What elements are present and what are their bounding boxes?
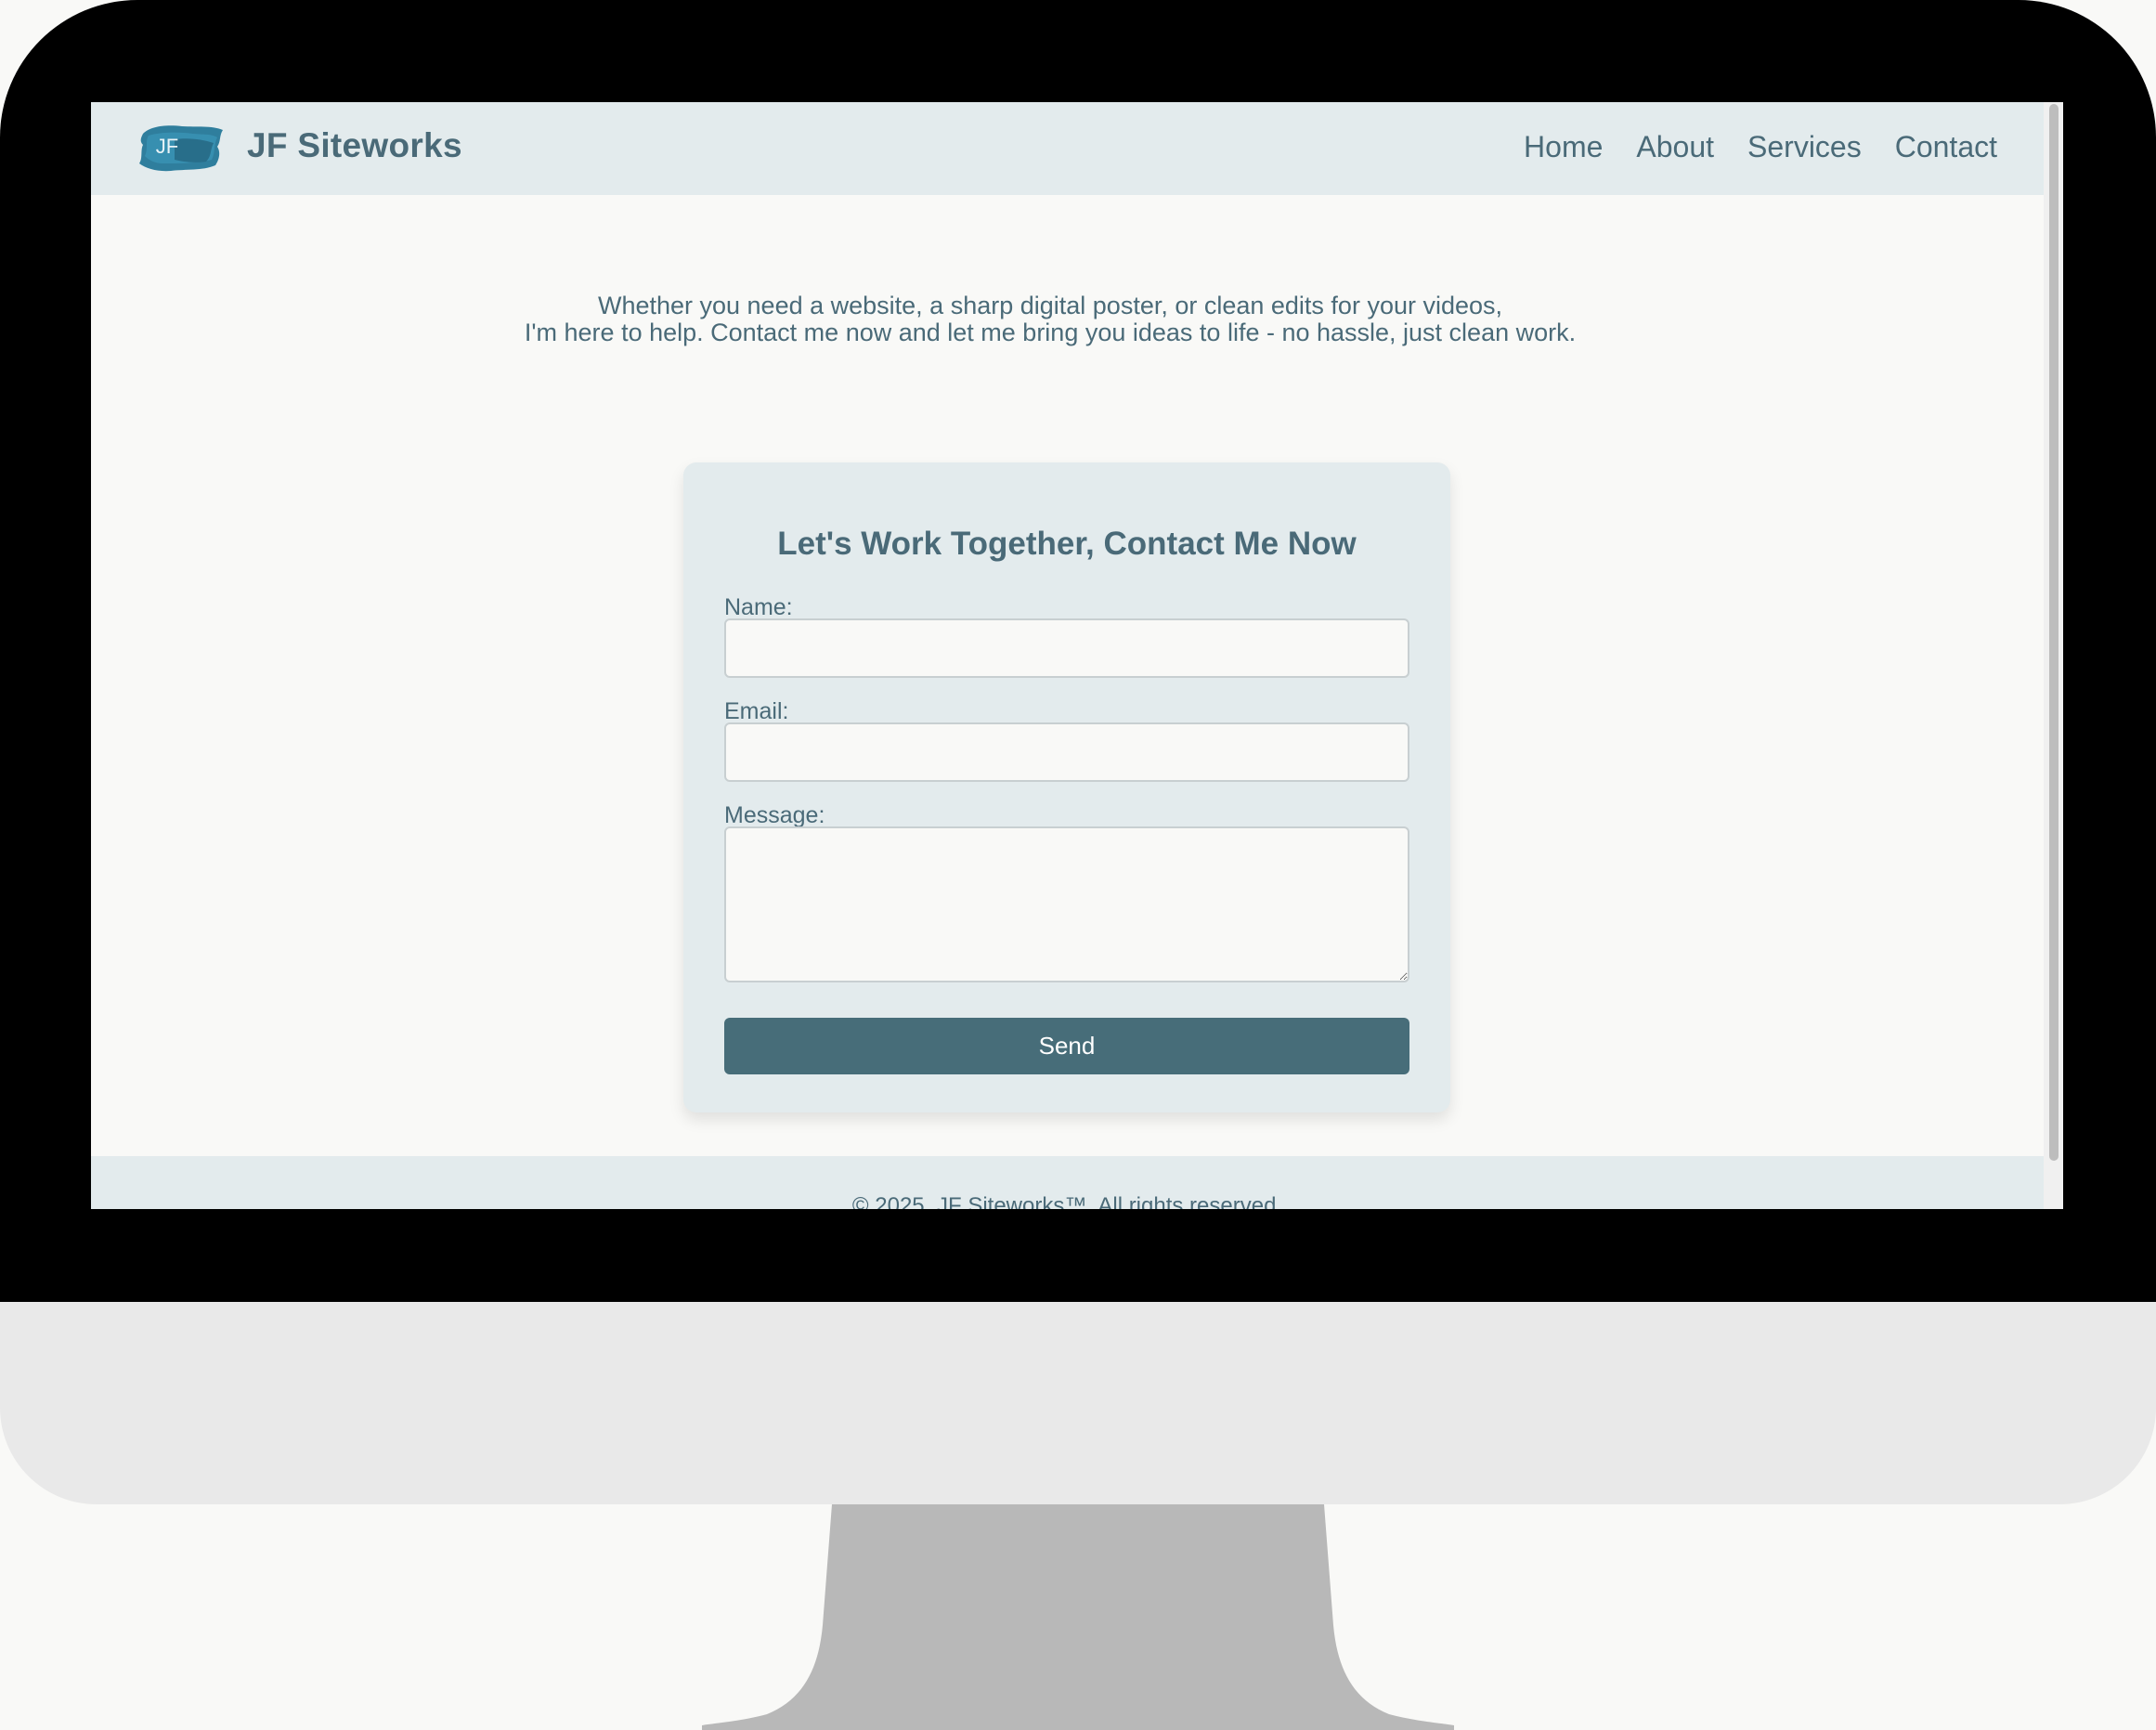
contact-page: JF JF Siteworks Home About Services Cont… (91, 102, 2044, 1209)
site-header: JF JF Siteworks Home About Services Cont… (91, 102, 2044, 195)
send-button[interactable]: Send (724, 1018, 1409, 1074)
browser-viewport: JF JF Siteworks Home About Services Cont… (91, 102, 2063, 1209)
nav-link-home[interactable]: Home (1524, 130, 1603, 164)
email-input[interactable] (724, 722, 1409, 782)
nav-link-contact[interactable]: Contact (1895, 130, 1997, 164)
intro-line-2: I'm here to help. Contact me now and let… (524, 319, 1577, 346)
nav-link-services[interactable]: Services (1747, 130, 1862, 164)
name-input[interactable] (724, 618, 1409, 678)
intro-text: Whether you need a website, a sharp digi… (91, 293, 2009, 346)
message-label: Message: (724, 802, 825, 828)
nav-link-about[interactable]: About (1636, 130, 1714, 164)
message-textarea[interactable] (724, 826, 1409, 982)
name-label: Name: (724, 594, 793, 620)
brand-name[interactable]: JF Siteworks (247, 126, 462, 165)
monitor-chin (0, 1302, 2156, 1504)
footer-copyright: © 2025, JF Siteworks™. All rights reserv… (851, 1193, 1283, 1209)
contact-form: Let's Work Together, Contact Me Now Name… (683, 462, 1450, 1112)
form-title: Let's Work Together, Contact Me Now (777, 526, 1357, 562)
page-scrollbar[interactable] (2044, 102, 2063, 1209)
logo-text: JF (155, 135, 179, 158)
monitor-stand (702, 1504, 1454, 1730)
intro-line-1: Whether you need a website, a sharp digi… (597, 292, 1503, 319)
scrollbar-thumb[interactable] (2049, 104, 2059, 1161)
email-label: Email: (724, 698, 789, 724)
logo[interactable]: JF (137, 121, 225, 173)
site-footer: © 2025, JF Siteworks™. All rights reserv… (91, 1156, 2044, 1209)
main-nav: Home About Services Contact (1524, 130, 1997, 164)
